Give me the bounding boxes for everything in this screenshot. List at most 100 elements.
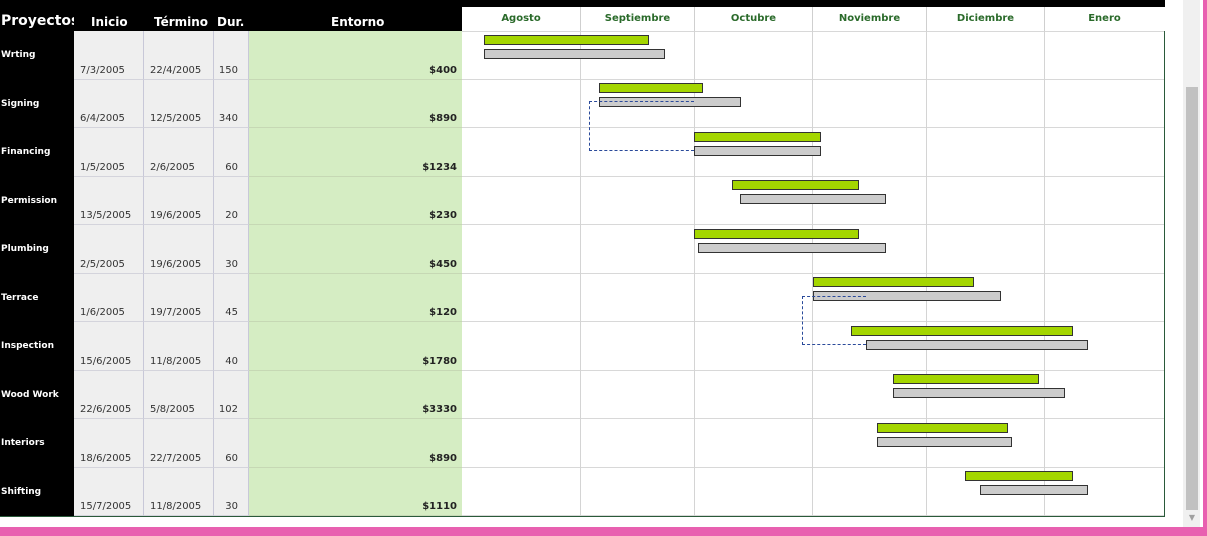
- window-frame-right: [1203, 0, 1207, 536]
- cost-cell[interactable]: $1780: [249, 322, 462, 371]
- end-cell[interactable]: 11/8/2005: [144, 322, 214, 371]
- start-cell[interactable]: 1/5/2005: [74, 128, 144, 177]
- end-date: 19/6/2005: [150, 210, 202, 221]
- project-name: Wrting: [1, 50, 36, 60]
- project-name-cell: Inspection: [0, 322, 74, 371]
- cost-cell[interactable]: $450: [249, 225, 462, 274]
- start-date: 6/4/2005: [80, 113, 125, 124]
- start-cell[interactable]: 13/5/2005: [74, 176, 144, 225]
- timeline-right-border: [1164, 31, 1165, 516]
- header-duration: Dur.: [214, 0, 249, 31]
- end-cell[interactable]: 5/8/2005: [144, 370, 214, 419]
- start-cell[interactable]: 15/7/2005: [74, 467, 144, 516]
- cost-cell[interactable]: $890: [249, 79, 462, 128]
- end-cell[interactable]: 19/6/2005: [144, 225, 214, 274]
- duration-value: 340: [218, 113, 238, 124]
- project-name-cell: Financing: [0, 128, 74, 177]
- project-name-cell: Interiors: [0, 419, 74, 468]
- duration-cell[interactable]: 60: [214, 128, 249, 177]
- duration-cell[interactable]: 60: [214, 419, 249, 468]
- project-name: Inspection: [1, 341, 54, 351]
- planned-bar[interactable]: [965, 471, 1073, 481]
- end-cell[interactable]: 19/6/2005: [144, 176, 214, 225]
- actual-bar[interactable]: [877, 437, 1012, 447]
- actual-bar[interactable]: [980, 485, 1088, 495]
- actual-bar[interactable]: [694, 146, 821, 156]
- start-cell[interactable]: 15/6/2005: [74, 322, 144, 371]
- end-cell[interactable]: 12/5/2005: [144, 79, 214, 128]
- planned-bar[interactable]: [877, 423, 1008, 433]
- project-name-cell: Permission: [0, 176, 74, 225]
- duration-value: 20: [225, 210, 238, 221]
- cost-value: $120: [429, 307, 457, 318]
- table-row[interactable]: Financing 1/5/2005 2/6/2005 60 $1234: [0, 128, 1165, 177]
- start-cell[interactable]: 7/3/2005: [74, 31, 144, 80]
- header-end: Término: [144, 0, 214, 31]
- cost-value: $230: [429, 210, 457, 221]
- table-row[interactable]: Permission 13/5/2005 19/6/2005 20 $230: [0, 176, 1165, 225]
- start-cell[interactable]: 1/6/2005: [74, 273, 144, 322]
- start-date: 22/6/2005: [80, 404, 132, 415]
- duration-cell[interactable]: 20: [214, 176, 249, 225]
- actual-bar[interactable]: [740, 194, 886, 204]
- duration-value: 150: [218, 64, 238, 76]
- month-header: Octubre: [695, 7, 813, 32]
- table-row[interactable]: Signing 6/4/2005 12/5/2005 340 $890: [0, 79, 1165, 128]
- duration-cell[interactable]: 45: [214, 273, 249, 322]
- duration-cell[interactable]: 30: [214, 225, 249, 274]
- project-name-cell: Terrace: [0, 273, 74, 322]
- start-cell[interactable]: 18/6/2005: [74, 419, 144, 468]
- cost-cell[interactable]: $890: [249, 419, 462, 468]
- planned-bar[interactable]: [893, 374, 1039, 384]
- cost-cell[interactable]: $1234: [249, 128, 462, 177]
- end-date: 22/4/2005: [150, 64, 202, 76]
- end-cell[interactable]: 11/8/2005: [144, 467, 214, 516]
- month-label: Septiembre: [604, 13, 671, 24]
- start-cell[interactable]: 22/6/2005: [74, 370, 144, 419]
- project-name-cell: Signing: [0, 79, 74, 128]
- duration-value: 30: [225, 258, 238, 270]
- planned-bar[interactable]: [694, 229, 859, 239]
- cost-cell[interactable]: $400: [249, 31, 462, 80]
- duration-cell[interactable]: 150: [214, 31, 249, 80]
- timeline-row: [462, 80, 1165, 128]
- cost-cell[interactable]: $1110: [249, 467, 462, 516]
- actual-bar[interactable]: [698, 243, 886, 253]
- duration-value: 60: [225, 161, 238, 173]
- actual-bar[interactable]: [484, 49, 665, 59]
- duration-cell[interactable]: 340: [214, 79, 249, 128]
- planned-bar[interactable]: [851, 326, 1073, 336]
- start-cell[interactable]: 6/4/2005: [74, 79, 144, 128]
- end-date: 2/6/2005: [150, 161, 195, 173]
- end-date: 19/6/2005: [150, 258, 202, 270]
- cost-cell[interactable]: $230: [249, 176, 462, 225]
- planned-bar[interactable]: [694, 132, 821, 142]
- dependency-connector: [802, 296, 866, 345]
- duration-cell[interactable]: 40: [214, 322, 249, 371]
- scrollbar-thumb[interactable]: [1186, 87, 1198, 510]
- header-duration-label: Dur.: [217, 15, 245, 29]
- end-cell[interactable]: 2/6/2005: [144, 128, 214, 177]
- end-cell[interactable]: 22/4/2005: [144, 31, 214, 80]
- table-row[interactable]: Plumbing 2/5/2005 19/6/2005 30 $450: [0, 225, 1165, 274]
- duration-cell[interactable]: 102: [214, 370, 249, 419]
- planned-bar[interactable]: [599, 83, 703, 93]
- cost-cell[interactable]: $3330: [249, 370, 462, 419]
- planned-bar[interactable]: [813, 277, 974, 287]
- actual-bar[interactable]: [893, 388, 1065, 398]
- start-date: 18/6/2005: [80, 452, 132, 464]
- duration-cell[interactable]: 30: [214, 467, 249, 516]
- end-cell[interactable]: 22/7/2005: [144, 419, 214, 468]
- month-label: Diciembre: [956, 13, 1015, 24]
- duration-value: 60: [225, 452, 238, 464]
- planned-bar[interactable]: [484, 35, 649, 45]
- cost-cell[interactable]: $120: [249, 273, 462, 322]
- start-cell[interactable]: 2/5/2005: [74, 225, 144, 274]
- actual-bar[interactable]: [866, 340, 1088, 350]
- planned-bar[interactable]: [732, 180, 859, 190]
- end-cell[interactable]: 19/7/2005: [144, 273, 214, 322]
- dependency-connector: [589, 101, 694, 151]
- scroll-down-arrow-icon[interactable]: ▼: [1186, 512, 1198, 524]
- month-gridline: [580, 31, 581, 516]
- project-name: Financing: [1, 147, 51, 157]
